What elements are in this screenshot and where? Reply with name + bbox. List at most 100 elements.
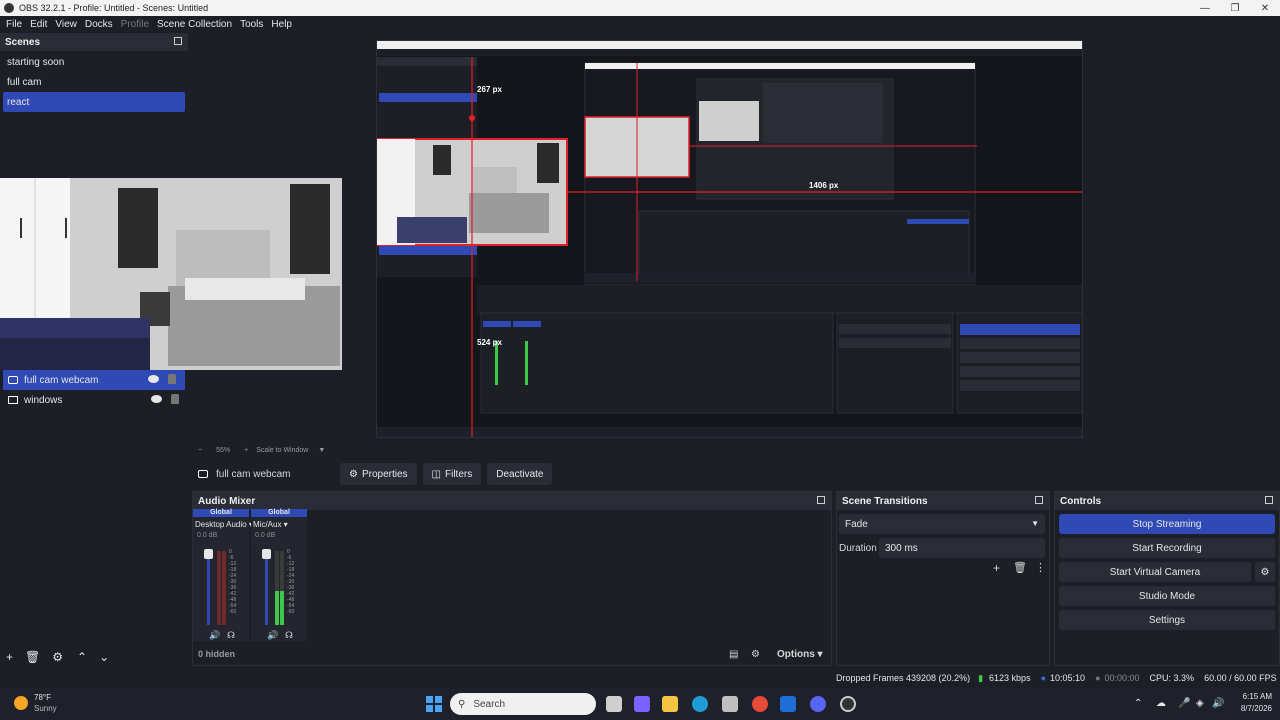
chevron-down-icon: ▼ bbox=[1031, 519, 1039, 528]
task-view-icon[interactable] bbox=[606, 696, 622, 712]
filters-button[interactable]: ◫ Filters bbox=[422, 463, 482, 485]
menu-profile[interactable]: Profile bbox=[121, 19, 149, 30]
channel-badge: Global bbox=[193, 509, 249, 517]
dock-float-icon[interactable] bbox=[1035, 496, 1043, 504]
lock-icon[interactable] bbox=[168, 374, 176, 384]
channel-name-dropdown[interactable]: Desktop Audio ▾ bbox=[193, 517, 253, 532]
options-dropdown[interactable]: Options ▾ bbox=[777, 649, 823, 660]
scene-item-react[interactable]: react bbox=[3, 92, 185, 112]
trash-icon[interactable]: 🗑 bbox=[25, 650, 40, 664]
volume-slider[interactable] bbox=[265, 553, 268, 625]
volume-icon[interactable]: 🔊 bbox=[1212, 698, 1224, 709]
trash-icon[interactable]: 🗑 bbox=[1013, 561, 1027, 574]
filters-label: Filters bbox=[445, 468, 473, 480]
chrome-icon[interactable] bbox=[752, 696, 768, 712]
zoom-out-icon[interactable]: − bbox=[198, 447, 202, 454]
clock-time[interactable]: 6:15 AM bbox=[1228, 692, 1272, 701]
edge-icon[interactable] bbox=[692, 696, 708, 712]
layout-icon[interactable]: ▤ bbox=[729, 649, 738, 660]
settings-button[interactable]: Settings bbox=[1059, 610, 1275, 630]
virtual-camera-settings-icon[interactable]: ⚙ bbox=[1255, 562, 1275, 582]
weather-desc[interactable]: Sunny bbox=[34, 704, 57, 713]
add-transition-icon[interactable]: + bbox=[993, 561, 1000, 575]
volume-slider[interactable] bbox=[207, 553, 210, 625]
store-icon[interactable] bbox=[722, 696, 738, 712]
windows-start-icon[interactable] bbox=[426, 696, 442, 712]
cloud-icon[interactable]: ☁ bbox=[1156, 698, 1166, 709]
clock-date[interactable]: 8/7/2026 bbox=[1228, 704, 1272, 713]
move-down-icon[interactable]: ⌄ bbox=[99, 650, 109, 664]
duration-label: Duration bbox=[839, 542, 877, 554]
duration-value: 300 ms bbox=[885, 542, 918, 554]
add-icon[interactable]: + bbox=[6, 650, 13, 664]
gear-icon[interactable]: ⚙ bbox=[52, 650, 63, 664]
channel-db: 0.0 dB bbox=[197, 532, 218, 539]
duration-spinbox[interactable]: 300 ms bbox=[879, 538, 1045, 558]
properties-label: Properties bbox=[361, 468, 408, 480]
source-toolbar: full cam webcam ⚙ Properties ◫ Filters D… bbox=[192, 460, 1280, 488]
scene-item-starting-soon[interactable]: starting soon bbox=[0, 52, 188, 72]
microphone-icon[interactable]: 🎤 bbox=[1178, 698, 1190, 709]
copilot-icon[interactable] bbox=[634, 696, 650, 712]
headphone-icon[interactable]: ☊ bbox=[285, 630, 293, 641]
menu-docks[interactable]: Docks bbox=[85, 19, 113, 30]
advanced-audio-icon[interactable]: ⚙ bbox=[751, 649, 760, 660]
dock-float-icon[interactable] bbox=[1265, 496, 1273, 504]
close-icon[interactable]: ✕ bbox=[1250, 0, 1280, 16]
menu-view[interactable]: View bbox=[55, 19, 77, 30]
visibility-eye-icon[interactable] bbox=[148, 375, 159, 383]
scale-mode-dropdown[interactable]: Scale to Window bbox=[256, 447, 308, 454]
cpu-usage: CPU: 3.3% bbox=[1149, 673, 1195, 683]
zoom-in-icon[interactable]: + bbox=[244, 447, 248, 454]
studio-mode-button[interactable]: Studio Mode bbox=[1059, 586, 1275, 606]
dock-float-icon[interactable] bbox=[174, 37, 182, 45]
minimize-icon[interactable]: — bbox=[1190, 0, 1220, 16]
source-item-windows[interactable]: windows bbox=[0, 390, 188, 410]
volume-slider-handle[interactable] bbox=[204, 549, 213, 559]
obs-taskbar-icon[interactable] bbox=[840, 696, 856, 712]
start-recording-button[interactable]: Start Recording bbox=[1059, 538, 1275, 558]
obs-logo-icon bbox=[4, 3, 14, 13]
audio-mixer-dock: Audio Mixer Global Desktop Audio ▾ 0.0 d… bbox=[192, 491, 832, 666]
stream-icon: ● bbox=[1040, 673, 1047, 683]
menu-help[interactable]: Help bbox=[271, 19, 292, 30]
taskbar-search[interactable]: ⚲ Search bbox=[450, 693, 596, 715]
volume-slider-handle[interactable] bbox=[262, 549, 271, 559]
speaker-icon[interactable]: 🔊 bbox=[267, 630, 278, 641]
sun-icon[interactable] bbox=[14, 696, 28, 710]
weather-temp[interactable]: 78°F bbox=[34, 693, 51, 702]
webcam-source-preview[interactable] bbox=[0, 178, 342, 370]
speaker-icon[interactable]: 🔊 bbox=[209, 630, 220, 641]
menu-scene-collection[interactable]: Scene Collection bbox=[157, 19, 232, 30]
more-icon[interactable]: ⋮ bbox=[1035, 561, 1046, 574]
search-icon: ⚲ bbox=[458, 698, 466, 710]
menu-file[interactable]: File bbox=[6, 19, 22, 30]
tray-chevron-icon[interactable]: ⌃ bbox=[1134, 698, 1142, 709]
source-label: windows bbox=[24, 394, 63, 406]
scenes-dock: Scenes starting soon full cam react bbox=[0, 33, 188, 179]
wifi-icon[interactable]: ◈ bbox=[1196, 698, 1204, 709]
move-up-icon[interactable]: ⌃ bbox=[77, 650, 87, 664]
lock-icon[interactable] bbox=[171, 394, 179, 404]
source-item-full-cam-webcam[interactable]: full cam webcam bbox=[3, 370, 185, 390]
properties-button[interactable]: ⚙ Properties bbox=[340, 463, 417, 485]
discord-icon[interactable] bbox=[810, 696, 826, 712]
maximize-icon[interactable]: ❐ bbox=[1220, 0, 1250, 16]
menu-tools[interactable]: Tools bbox=[240, 19, 263, 30]
dock-float-icon[interactable] bbox=[817, 496, 825, 504]
scene-item-full-cam[interactable]: full cam bbox=[0, 72, 188, 92]
visibility-eye-icon[interactable] bbox=[151, 395, 162, 403]
menu-edit[interactable]: Edit bbox=[30, 19, 47, 30]
photos-icon[interactable] bbox=[780, 696, 796, 712]
channel-name-dropdown[interactable]: Mic/Aux ▾ bbox=[251, 517, 307, 532]
deactivate-button[interactable]: Deactivate bbox=[487, 463, 553, 485]
start-virtual-camera-button[interactable]: Start Virtual Camera bbox=[1059, 562, 1251, 582]
file-explorer-icon[interactable] bbox=[662, 696, 678, 712]
taskbar: 78°F Sunny ⚲ Search ⌃ ☁ 🎤 ◈ 🔊 6:15 AM 8/… bbox=[0, 688, 1280, 720]
hidden-count[interactable]: 0 hidden bbox=[198, 649, 235, 659]
meter-bar bbox=[222, 551, 226, 625]
stop-streaming-button[interactable]: Stop Streaming bbox=[1059, 514, 1275, 534]
transition-select[interactable]: Fade ▼ bbox=[839, 514, 1045, 534]
chevron-down-icon[interactable]: ▼ bbox=[318, 447, 325, 454]
headphone-icon[interactable]: ☊ bbox=[227, 630, 235, 641]
